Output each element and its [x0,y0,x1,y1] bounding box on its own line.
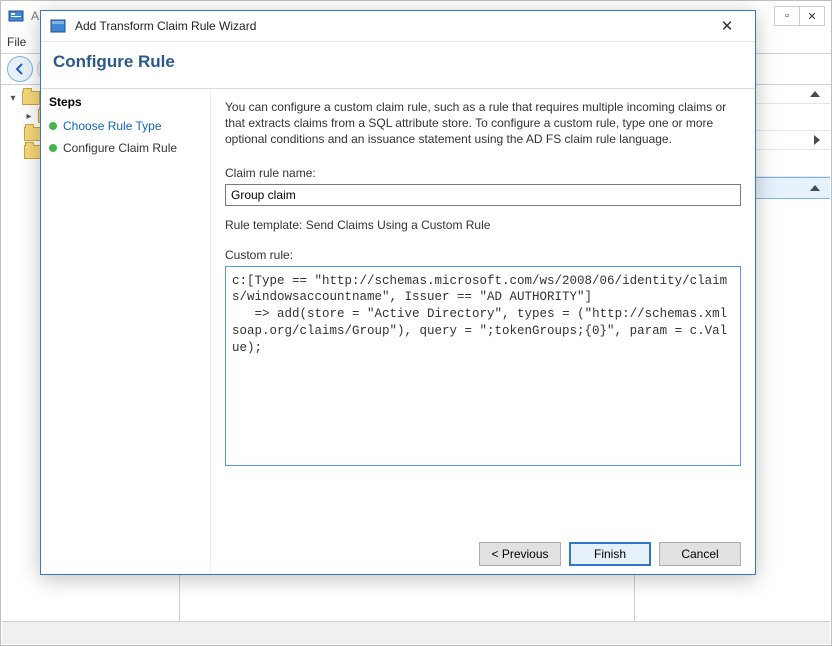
wizard-button-row: < Previous Finish Cancel [225,530,741,570]
step-choose-rule-type[interactable]: Choose Rule Type [49,115,202,137]
finish-button[interactable]: Finish [569,542,651,566]
nav-back-button[interactable] [7,56,33,82]
step-label: Configure Claim Rule [63,141,177,155]
chevron-right-icon [814,135,820,145]
chevron-up-icon [810,185,820,191]
expand-icon[interactable]: ▸ [24,111,34,122]
claim-rule-name-input[interactable] [225,184,741,206]
custom-rule-label: Custom rule: [225,248,741,262]
wizard-title: Add Transform Claim Rule Wizard [75,19,256,33]
wizard-heading: Configure Rule [41,42,755,89]
chevron-up-icon [810,91,820,97]
step-bullet-icon [49,144,57,152]
wizard-body: Steps Choose Rule Type Configure Claim R… [41,89,755,574]
restore-inner-button[interactable]: ▫ [774,6,800,26]
wizard-icon [49,17,67,35]
step-configure-claim-rule[interactable]: Configure Claim Rule [49,137,202,159]
wizard-form: You can configure a custom claim rule, s… [211,89,755,574]
wizard-titlebar[interactable]: Add Transform Claim Rule Wizard ✕ [41,11,755,42]
close-inner-button[interactable]: ✕ [799,6,825,26]
window-controls-secondary: ▫ ✕ [775,6,825,26]
rule-template-label: Rule template: Send Claims Using a Custo… [225,218,741,232]
menu-file[interactable]: File [7,35,26,49]
wizard-steps: Steps Choose Rule Type Configure Claim R… [41,89,211,574]
previous-button[interactable]: < Previous [479,542,561,566]
claim-rule-name-label: Claim rule name: [225,166,741,180]
expand-icon[interactable]: ▾ [8,93,18,104]
step-bullet-icon [49,122,57,130]
custom-rule-textarea[interactable] [225,266,741,466]
close-button[interactable]: ✕ [707,17,747,35]
cancel-button[interactable]: Cancel [659,542,741,566]
description-text: You can configure a custom claim rule, s… [225,99,741,148]
step-label: Choose Rule Type [63,119,162,133]
app-icon [7,7,25,25]
steps-header: Steps [49,95,202,109]
status-bar [2,621,830,644]
wizard-dialog: Add Transform Claim Rule Wizard ✕ Config… [40,10,756,575]
folder-icon [22,91,40,105]
